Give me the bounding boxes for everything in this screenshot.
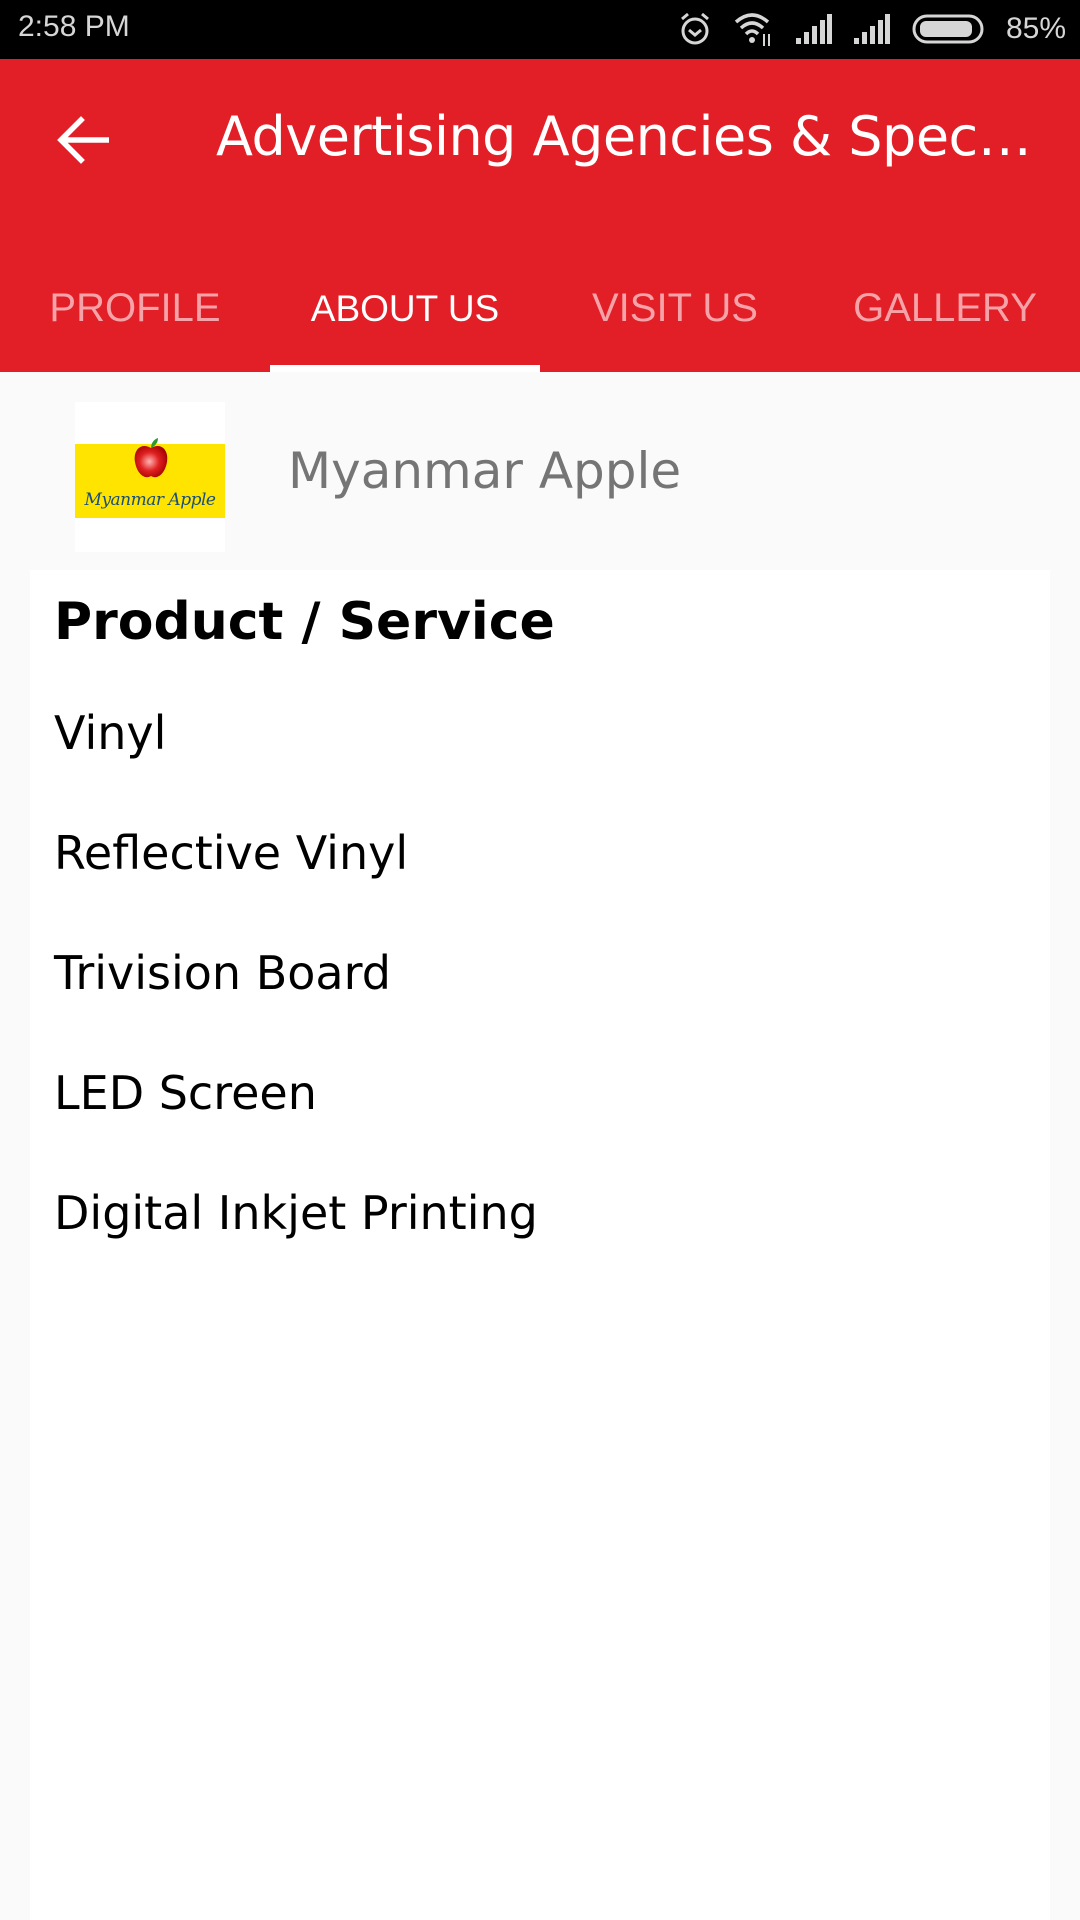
tab-about-us[interactable]: ABOUT US <box>270 259 540 372</box>
tab-label: GALLERY <box>853 286 1037 330</box>
signal-icon <box>795 14 832 44</box>
active-tab-indicator <box>270 365 540 372</box>
status-bar: 2:58 PM 85% <box>0 0 1080 59</box>
back-button[interactable] <box>50 109 116 175</box>
wifi-icon <box>734 12 774 46</box>
company-header: Myanmar Apple Myanmar Apple <box>0 372 1080 570</box>
tab-profile[interactable]: PROFILE <box>0 259 270 372</box>
app-bar: Advertising Agencies & Speci... PROFILE … <box>0 59 1080 372</box>
tab-visit-us[interactable]: VISIT US <box>540 259 810 372</box>
logo-text: Myanmar Apple <box>84 490 216 510</box>
tab-label: PROFILE <box>49 286 221 330</box>
tab-label: ABOUT US <box>310 287 500 329</box>
list-item: Reflective Vinyl <box>54 826 409 880</box>
battery-percent: 85% <box>1005 12 1066 45</box>
list-item: LED Screen <box>54 1066 317 1120</box>
battery-icon <box>912 14 984 44</box>
status-time: 2:58 PM <box>18 10 130 43</box>
company-logo: Myanmar Apple <box>75 402 225 552</box>
section-heading: Product / Service <box>54 592 555 652</box>
list-item: Vinyl <box>54 706 167 760</box>
alarm-icon <box>678 11 712 47</box>
company-name: Myanmar Apple <box>288 442 682 500</box>
list-item: Digital Inkjet Printing <box>54 1186 538 1240</box>
tab-gallery[interactable]: GALLERY <box>810 259 1080 372</box>
tab-bar: PROFILE ABOUT US VISIT US GALLERY <box>0 259 1080 372</box>
status-icons: 85% <box>678 8 1066 50</box>
arrow-left-icon <box>57 116 110 168</box>
tab-label: VISIT US <box>592 286 758 330</box>
list-item: Trivision Board <box>54 946 391 1000</box>
signal-icon <box>853 14 890 44</box>
apple-icon <box>131 438 171 486</box>
page-title: Advertising Agencies & Speci... <box>216 105 1036 168</box>
service-list: Vinyl Reflective Vinyl Trivision Board L… <box>54 710 538 1310</box>
product-service-card: Product / Service Vinyl Reflective Vinyl… <box>30 570 1050 1920</box>
